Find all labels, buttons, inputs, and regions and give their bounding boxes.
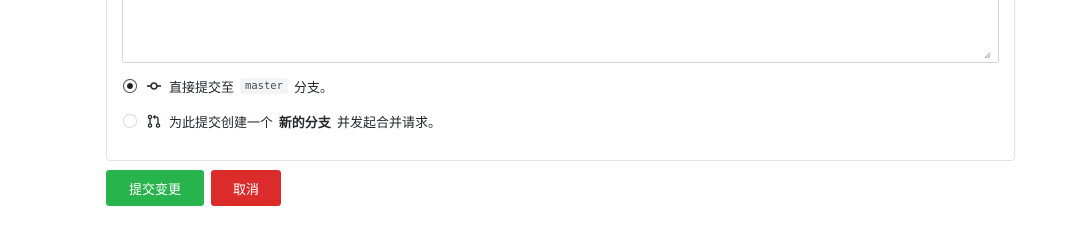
commit-changes-button[interactable]: 提交变更 [106,170,204,206]
new-branch-emphasis: 新的分支 [279,115,332,131]
commit-direct-label: 直接提交至 [169,80,235,96]
commit-options-panel: 直接提交至 master 分支。 为此提交创建一个 新的分支 并发起合并请求。 [106,0,1015,161]
commit-direct-radio[interactable] [123,79,137,93]
commit-direct-option[interactable]: 直接提交至 master 分支。 [123,76,333,96]
resize-grip-icon[interactable] [984,52,991,59]
commit-message-textarea[interactable] [122,0,999,63]
cancel-button[interactable]: 取消 [211,170,281,206]
new-branch-label-suffix: 并发起合并请求。 [337,115,442,131]
branch-name-badge: master [240,78,288,94]
git-pull-request-icon [147,114,161,128]
new-branch-label: 为此提交创建一个 [169,115,274,131]
new-branch-radio[interactable] [123,114,137,128]
commit-direct-label-suffix: 分支。 [293,80,333,96]
git-commit-icon [147,82,161,90]
new-branch-option[interactable]: 为此提交创建一个 新的分支 并发起合并请求。 [123,111,441,131]
